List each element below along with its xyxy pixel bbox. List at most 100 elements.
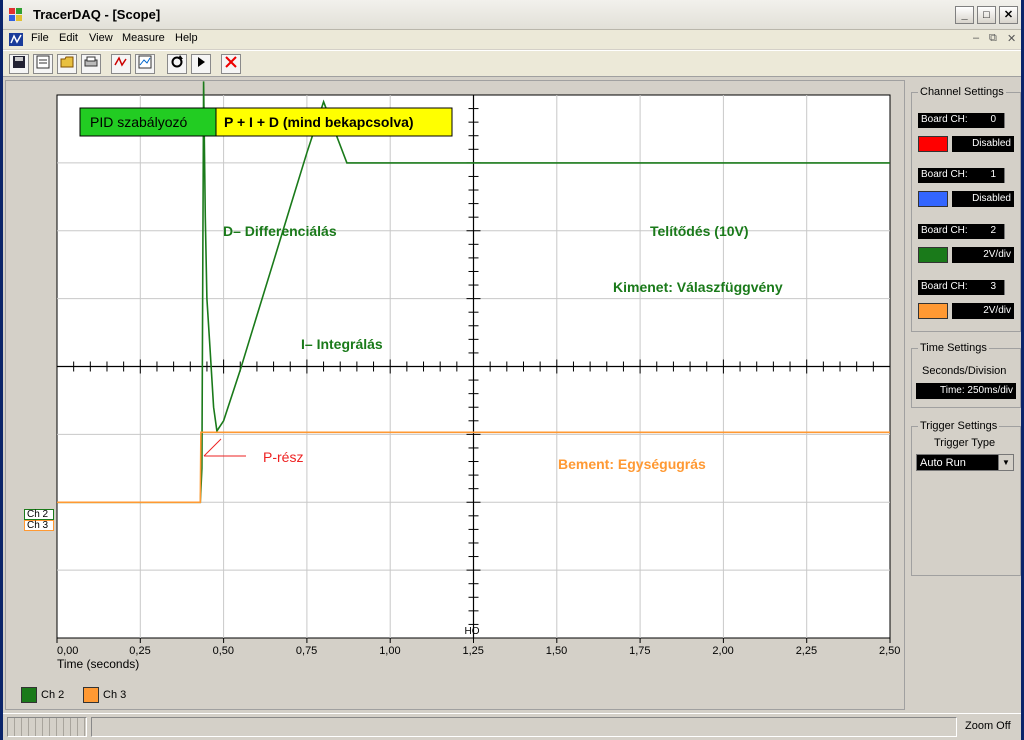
annotation-saturation: Telítődés (10V) (650, 223, 749, 239)
scope-plot[interactable]: PID szabályozó P + I + D (mind bekapcsolv… (6, 81, 906, 681)
board-ch0-value: 0 (990, 114, 996, 125)
menu-view[interactable]: View (89, 32, 113, 44)
zoom-status: Zoom Off (965, 720, 1011, 732)
ch2-legend-label: Ch 2 (41, 689, 65, 701)
chart-button[interactable] (135, 54, 155, 74)
menu-help[interactable]: Help (175, 32, 198, 44)
x-tick-label: 1,00 (379, 645, 400, 657)
annotation-input: Bement: Egységugrás (558, 456, 706, 472)
ch1-color-swatch[interactable] (918, 191, 948, 207)
ho-marker: HO (465, 626, 480, 637)
open-button[interactable] (57, 54, 77, 74)
x-tick-label: 0,75 (296, 645, 317, 657)
print-button[interactable] (81, 54, 101, 74)
annotation-integral: I– Integrálás (301, 336, 383, 352)
board-ch1-spinner[interactable]: Board CH: 1 (918, 168, 1014, 183)
scope-area: PID szabályozó P + I + D (mind bekapcsolv… (5, 80, 905, 710)
run-button[interactable] (191, 54, 211, 74)
x-tick-label: 2,25 (796, 645, 817, 657)
ch2-legend-swatch[interactable] (21, 687, 37, 703)
ch2-color-swatch[interactable] (918, 247, 948, 263)
channel-button[interactable] (111, 54, 131, 74)
mdi-child-icon[interactable] (9, 33, 23, 46)
ch2-marker[interactable]: Ch 2 (24, 509, 54, 520)
properties-button[interactable] (33, 54, 53, 74)
x-tick-label: 1,75 (629, 645, 650, 657)
annotation-proportional: P-rész (263, 449, 303, 465)
x-axis-title: Time (seconds) (57, 657, 139, 671)
ch0-state[interactable]: Disabled (952, 136, 1014, 152)
seconds-division-label: Seconds/Division (922, 365, 1007, 377)
close-button[interactable]: ✕ (999, 6, 1018, 24)
channel-settings-title: Channel Settings (918, 86, 1006, 98)
toolbar (3, 50, 1021, 77)
mdi-minimize-button[interactable]: – (973, 32, 979, 44)
refresh-button[interactable] (167, 54, 187, 74)
trigger-type-label: Trigger Type (934, 437, 996, 449)
board-ch1-value: 1 (990, 169, 996, 180)
ch1-state[interactable]: Disabled (952, 191, 1014, 207)
status-segment (7, 717, 87, 737)
ch3-marker[interactable]: Ch 3 (24, 520, 54, 531)
title-bar[interactable]: TracerDAQ - [Scope] _ □ ✕ (3, 0, 1021, 30)
maximize-button[interactable]: □ (977, 6, 996, 24)
menu-file[interactable]: File (31, 32, 49, 44)
time-settings-title: Time Settings (918, 342, 989, 354)
ch3-color-swatch[interactable] (918, 303, 948, 319)
mode-label-text: P + I + D (mind bekapcsolva) (224, 114, 414, 130)
channel-icon (114, 56, 127, 67)
ch3-legend-swatch[interactable] (83, 687, 99, 703)
bottom-legend: Ch 2 Ch 3 (13, 683, 903, 707)
tracerdaq-window: TracerDAQ - [Scope] _ □ ✕ File Edit View… (0, 0, 1024, 740)
mdi-restore-button[interactable]: ⧉ (989, 32, 997, 45)
ch3-legend-label: Ch 3 (103, 689, 127, 701)
status-bar: Zoom Off (3, 713, 1021, 740)
mdi-close-button[interactable]: ✕ (1007, 32, 1016, 45)
spin-arrows-icon[interactable] (1004, 113, 1014, 128)
status-segment (91, 717, 957, 737)
x-tick-label: 0,25 (129, 645, 150, 657)
refresh-icon (171, 55, 183, 68)
print-icon (84, 56, 98, 67)
trigger-type-select[interactable]: Auto Run ▼ (916, 454, 1014, 471)
minimize-button[interactable]: _ (955, 6, 974, 24)
spin-arrows-icon[interactable] (1004, 168, 1014, 183)
board-ch0-spinner[interactable]: Board CH: 0 (918, 113, 1014, 128)
trigger-settings-title: Trigger Settings (918, 420, 1000, 432)
settings-panel: Channel Settings Board CH: 0 Disabled Bo… (909, 80, 1021, 710)
properties-icon (36, 55, 50, 69)
stop-button[interactable] (221, 54, 241, 74)
x-tick-label: 1,25 (463, 645, 484, 657)
time-settings-group: Time Settings Seconds/Division Time: 250… (911, 342, 1021, 408)
board-ch3-label: Board CH: (921, 281, 968, 292)
ch0-color-swatch[interactable] (918, 136, 948, 152)
trigger-type-value: Auto Run (920, 457, 966, 469)
board-ch2-value: 2 (990, 225, 996, 236)
trigger-settings-group: Trigger Settings Trigger Type Auto Run ▼ (911, 420, 1021, 576)
save-button[interactable] (9, 54, 29, 74)
chevron-down-icon[interactable]: ▼ (998, 455, 1013, 470)
board-ch1-label: Board CH: (921, 169, 968, 180)
board-ch3-value: 3 (990, 281, 996, 292)
pid-label-text: PID szabályozó (90, 114, 187, 130)
board-ch2-spinner[interactable]: Board CH: 2 (918, 224, 1014, 239)
save-icon (13, 56, 25, 68)
spin-arrows-icon[interactable] (1004, 224, 1014, 239)
x-tick-label: 0,00 (57, 645, 78, 657)
annotation-output: Kimenet: Válaszfüggvény (613, 279, 783, 295)
spin-arrows-icon[interactable] (1004, 280, 1014, 295)
menu-measure[interactable]: Measure (122, 32, 165, 44)
app-icon (9, 8, 22, 21)
chart-icon (138, 55, 152, 69)
window-title: TracerDAQ - [Scope] (33, 7, 161, 22)
time-per-div-field[interactable]: Time: 250ms/div (916, 383, 1016, 399)
x-tick-label: 1,50 (546, 645, 567, 657)
menu-edit[interactable]: Edit (59, 32, 78, 44)
x-tick-label: 0,50 (213, 645, 234, 657)
ch3-state[interactable]: 2V/div (952, 303, 1014, 319)
ch2-state[interactable]: 2V/div (952, 247, 1014, 263)
annotation-derivative: D– Differenciálás (223, 223, 337, 239)
play-icon (198, 57, 205, 67)
channel-settings-group: Channel Settings Board CH: 0 Disabled Bo… (911, 86, 1021, 332)
board-ch3-spinner[interactable]: Board CH: 3 (918, 280, 1014, 295)
